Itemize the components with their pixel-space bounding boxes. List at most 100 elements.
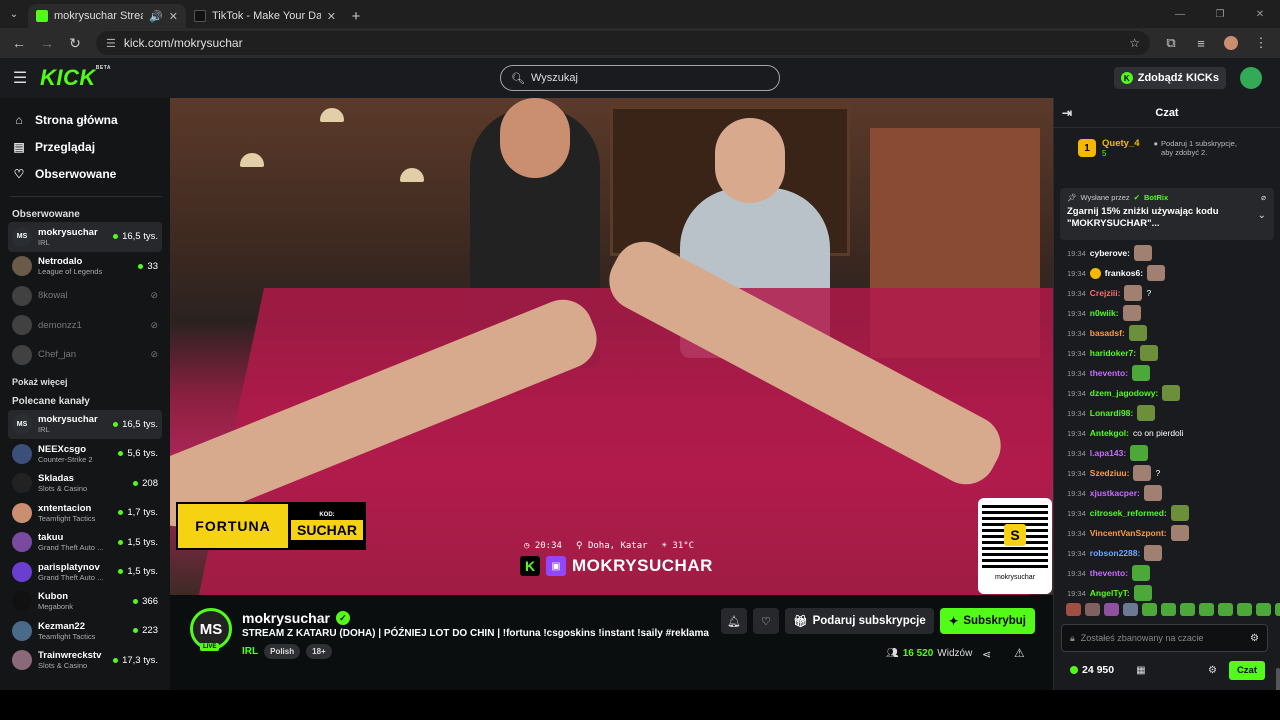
channel-item[interactable]: Trainwreckstv Slots & Casino 17,3 tys.	[8, 646, 162, 676]
emote-icon[interactable]	[1218, 603, 1233, 616]
extensions-icon[interactable]: ⧉	[1158, 30, 1184, 56]
get-kicks-button[interactable]: K Zdobądź KICKs	[1113, 67, 1226, 89]
emote-icon[interactable]	[1161, 603, 1176, 616]
channel-points[interactable]: 24 950	[1070, 664, 1114, 676]
message-username[interactable]: Szedziuu:	[1090, 468, 1130, 478]
tab-search-button[interactable]: ⌄	[4, 4, 24, 24]
message-username[interactable]: VincentVanSzpont:	[1090, 528, 1167, 538]
message-username[interactable]: cyberove:	[1090, 248, 1130, 258]
message-username[interactable]: haridoker7:	[1090, 348, 1136, 358]
emote-icon[interactable]	[1142, 603, 1157, 616]
gift-promo[interactable]: ● Podaruj 1 subskrypcje, aby zdobyć 2.	[1154, 139, 1237, 157]
channel-item[interactable]: xntentacion Teamfight Tactics 1,7 tys.	[8, 498, 162, 528]
gift-subs-button[interactable]: 🎁︎ Podaruj subskrypcje	[784, 608, 934, 634]
store-icon[interactable]: ▦	[1136, 665, 1145, 676]
message-username[interactable]: frankos6:	[1105, 268, 1143, 278]
collapse-chat-icon[interactable]: ⇥	[1062, 106, 1072, 120]
address-bar[interactable]: ☰ kick.com/mokrysuchar ☆	[96, 31, 1150, 55]
message-username[interactable]: Crejziii:	[1090, 288, 1121, 298]
new-tab-button[interactable]: +	[344, 4, 368, 28]
message-username[interactable]: xjustkacper:	[1090, 488, 1140, 498]
menu-hamburger-icon[interactable]: ☰	[0, 68, 40, 88]
message-username[interactable]: citrosek_reformed:	[1090, 508, 1167, 518]
user-avatar[interactable]	[1240, 67, 1262, 89]
close-tab-icon[interactable]: ✕	[327, 10, 336, 23]
chat-input[interactable]: 🔒︎ Zostałeś zbanowany na czacie ⚙	[1061, 624, 1268, 652]
maximize-icon[interactable]: ❐	[1200, 0, 1240, 28]
channel-item[interactable]: Skladas Slots & Casino 208	[8, 469, 162, 499]
emote-icon[interactable]	[1199, 603, 1214, 616]
channel-item[interactable]: MS mokrysuchar IRL 16,5 tys.	[8, 222, 162, 252]
message-username[interactable]: basadsf:	[1090, 328, 1125, 338]
close-window-icon[interactable]: ✕	[1240, 0, 1280, 28]
unpin-icon[interactable]: ⌀	[1261, 193, 1266, 202]
emote-icon[interactable]	[1104, 603, 1119, 616]
channel-item[interactable]: parisplatynov Grand Theft Auto ... 1,5 tys…	[8, 557, 162, 587]
subscribe-button[interactable]: ✦ Subskrybuj	[939, 608, 1035, 634]
message-username[interactable]: Lonardi98:	[1090, 408, 1133, 418]
message-username[interactable]: thevento:	[1090, 568, 1128, 578]
message-username[interactable]: AngelTyT:	[1090, 588, 1130, 598]
notification-bell-button[interactable]: 🔔︎	[720, 608, 747, 634]
close-tab-icon[interactable]: ✕	[169, 10, 178, 23]
chevron-down-icon[interactable]: ⌄	[1258, 210, 1266, 221]
message-username[interactable]: dzem_jagodowy:	[1090, 388, 1158, 398]
follow-heart-button[interactable]: ♡	[752, 608, 779, 634]
site-info-icon[interactable]: ☰	[106, 37, 116, 50]
emote-icon[interactable]	[1123, 603, 1138, 616]
sidebar-nav-item[interactable]: ▤ Przeglądaj	[8, 133, 162, 160]
message-username[interactable]: thevento:	[1090, 368, 1128, 378]
sidebar-nav-item[interactable]: ♡ Obserwowane	[8, 160, 162, 187]
message-username[interactable]: robson2288:	[1090, 548, 1141, 558]
emote-icon[interactable]	[1256, 603, 1271, 616]
forward-button[interactable]: →	[34, 30, 60, 56]
emote-icon[interactable]	[1066, 603, 1081, 616]
tag-language[interactable]: Polish	[264, 644, 301, 659]
back-button[interactable]: ←	[6, 30, 32, 56]
channel-item[interactable]: Netrodalo League of Legends 33	[8, 252, 162, 282]
message-time: 19:34	[1067, 348, 1086, 358]
viewers-value: 16,5 tys.	[122, 418, 158, 430]
share-icon[interactable]: ⋖	[982, 648, 991, 661]
message-username[interactable]: l.apa143:	[1090, 448, 1126, 458]
bookmark-star-icon[interactable]: ☆	[1129, 36, 1140, 50]
channel-item[interactable]: 8kowal ⊘	[8, 281, 162, 311]
audio-icon[interactable]: 🔊	[149, 10, 163, 23]
gifter-name[interactable]: Quety_4	[1102, 138, 1140, 149]
channel-item[interactable]: demonzz1 ⊘	[8, 311, 162, 341]
channel-item[interactable]: takuu Grand Theft Auto ... 1,5 tys.	[8, 528, 162, 558]
kick-logo[interactable]: KICKBETA	[40, 65, 111, 91]
browser-tab-kick[interactable]: mokrysuchar Stream - Watc 🔊 ✕	[28, 4, 186, 28]
message-username[interactable]: Antekgol:	[1090, 428, 1129, 438]
channel-item[interactable]: MS mokrysuchar IRL 16,5 tys.	[8, 409, 162, 439]
emote-icon[interactable]	[1085, 603, 1100, 616]
message-username[interactable]: n0wiik:	[1090, 308, 1119, 318]
search-input[interactable]: 🔍︎ Wyszukaj	[500, 65, 780, 91]
browser-menu-icon[interactable]: ⋮	[1248, 30, 1274, 56]
report-icon[interactable]: ⚠	[1014, 646, 1025, 660]
browser-tab-tiktok[interactable]: TikTok - Make Your Day ✕	[186, 4, 344, 28]
sidebar-nav-item[interactable]: ⌂ Strona główna	[8, 106, 162, 133]
pinned-message[interactable]: 📌︎ Wysłane przez ✔ BotRix Zgarnij 15% zn…	[1060, 188, 1274, 240]
stream-category[interactable]: IRL	[242, 646, 258, 657]
streamer-username[interactable]: mokrysuchar	[242, 610, 330, 626]
chat-scrollbar[interactable]	[1276, 668, 1280, 692]
profile-avatar-icon[interactable]	[1218, 30, 1244, 56]
streamer-name[interactable]: mokrysuchar ✓	[242, 610, 350, 626]
channel-item[interactable]: Kezman22 Teamfight Tactics 223	[8, 616, 162, 646]
show-more-button[interactable]: Pokaż więcej	[8, 370, 162, 394]
emote-icon[interactable]	[1237, 603, 1252, 616]
tag-age[interactable]: 18+	[306, 644, 332, 659]
video-player[interactable]: FORTUNA KOD: SUCHAR ◷ 20:34 ⚲ Doha, Kata…	[170, 98, 1053, 595]
emote-icon[interactable]	[1275, 603, 1280, 616]
media-control-icon[interactable]: ≡	[1188, 30, 1214, 56]
send-chat-button[interactable]: Czat	[1228, 660, 1265, 680]
minimize-icon[interactable]: —	[1160, 0, 1200, 28]
channel-item[interactable]: NEEXcsgo Counter-Strike 2 5,6 tys.	[8, 439, 162, 469]
channel-item[interactable]: Kubon Megabonk 366	[8, 587, 162, 617]
emote-picker-icon[interactable]: ⚙	[1250, 633, 1259, 644]
channel-item[interactable]: Chef_jan ⊘	[8, 340, 162, 370]
emote-icon[interactable]	[1180, 603, 1195, 616]
chat-settings-icon[interactable]: ⚙	[1208, 665, 1217, 676]
reload-button[interactable]: ↻	[62, 30, 88, 56]
